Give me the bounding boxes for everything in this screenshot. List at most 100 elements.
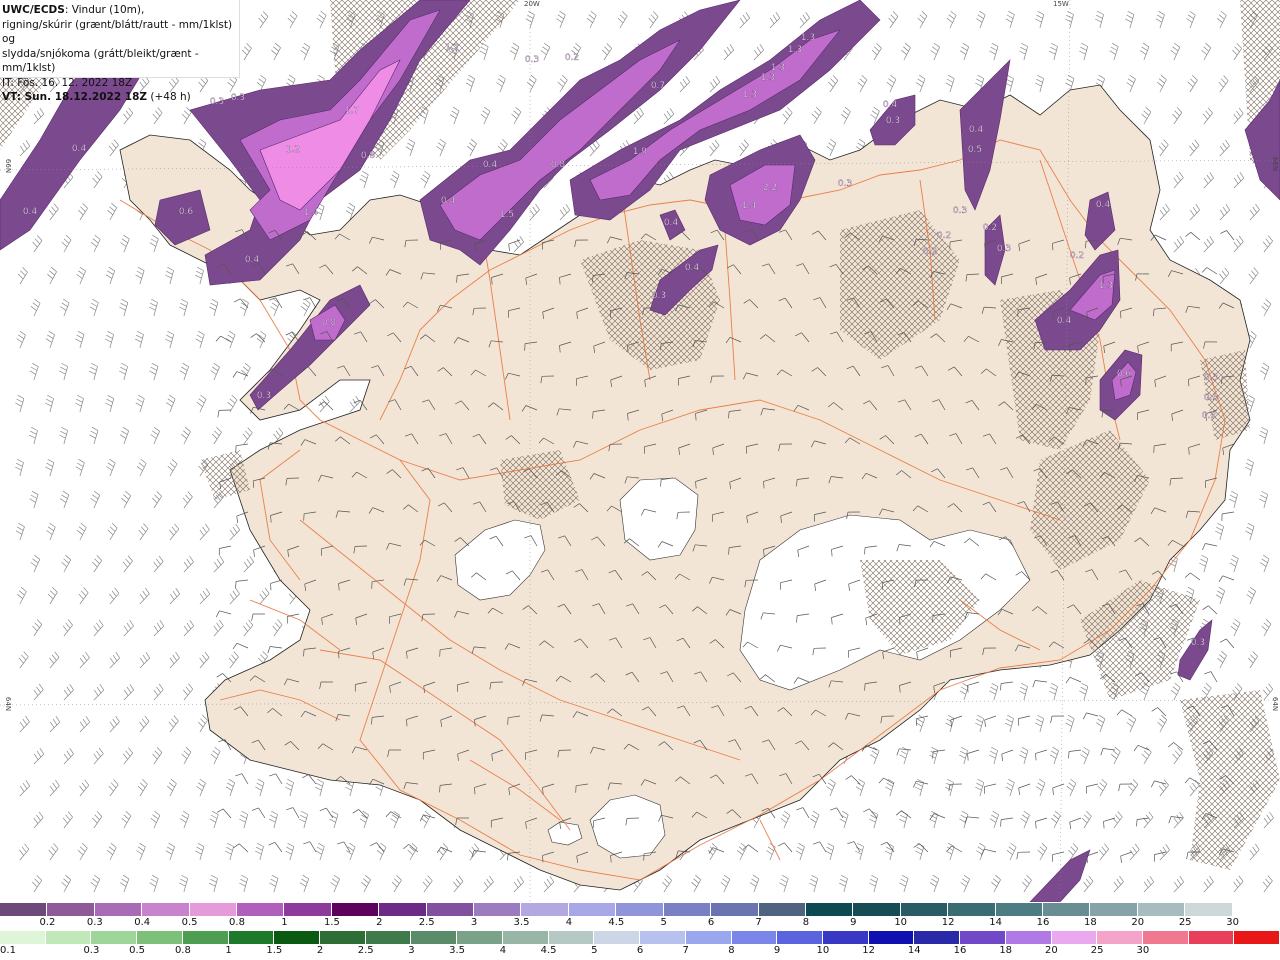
legend-snow-label: 3.5: [513, 917, 530, 928]
legend-rain-label: 5: [591, 945, 598, 956]
legend-snow-swatch: [948, 903, 996, 916]
precip-value-label: 0.3: [1191, 638, 1205, 648]
legend-rain-swatch: [365, 931, 412, 944]
precip-value-label: 0.3: [525, 55, 539, 65]
precip-value-label: 1.3: [743, 90, 757, 100]
legend-rain-swatch: [1051, 931, 1098, 944]
legend-snow-swatch: [284, 903, 332, 916]
precip-value-label: 1.3: [761, 73, 775, 83]
legend-rain-swatch: [457, 931, 503, 944]
legend-snow-label: 3: [470, 917, 478, 928]
legend-rainfall: 0.1 0.3 0.5 0.8 1 1.5 2 2.5 3 3.5 4 4.5 5 6 7 8 9 10 12 14 1…: [0, 931, 1280, 960]
legend-rain-swatch: [685, 931, 732, 944]
legend-rain-swatch: [274, 931, 321, 944]
legend-rain-swatch: [320, 931, 366, 944]
legend-rain-label: 4: [499, 945, 507, 956]
legend-snow-label: 12: [941, 917, 955, 928]
precip-value-label: 1.2: [445, 43, 459, 53]
legend-snowfall-bar: [0, 903, 1280, 916]
legend-snow-label: 8: [802, 917, 810, 928]
precip-value-label: 0.2: [565, 53, 579, 63]
legend-snow-label: 0.4: [134, 917, 151, 928]
legend-rain-label: 20: [1045, 945, 1058, 956]
legend-snow-label: 6: [707, 917, 715, 928]
legend-snow-swatch: [142, 903, 190, 916]
legend-snow-label: 7: [755, 917, 762, 928]
precip-value-label: 0.4: [883, 100, 898, 110]
legend-rain-label: 3: [408, 945, 415, 956]
precip-value-label: 0.4: [664, 218, 679, 228]
legend-snow-swatch: [1090, 903, 1138, 916]
legend-rain-swatch: [1234, 931, 1280, 944]
legend-snow-label: 9: [850, 917, 857, 928]
coord-label-15w: 15W: [1053, 0, 1069, 8]
precip-value-label: 0.3: [1204, 373, 1218, 383]
legend-rain-swatch: [731, 931, 778, 944]
legend-rain-label: 30: [1136, 945, 1150, 956]
precip-value-label: 0.4: [1096, 200, 1111, 210]
legend-rain-label: 25: [1090, 945, 1104, 956]
precip-value-label: 1.3: [801, 33, 815, 43]
precip-value-label: 0.8: [322, 318, 337, 328]
weather-map: 0.3 0.2 1.2 1.7 0.3 0.3 1.2 0.4 0.4 0.6 1.4 0.4 0.8 0…: [0, 0, 1280, 902]
legend-rain-swatch: [502, 931, 549, 944]
legend-snow-swatch: [189, 903, 238, 916]
legend-rain-label: 2.5: [357, 945, 374, 956]
legend-rain-label: 8: [728, 945, 735, 956]
precip-value-label: 1.3: [1099, 281, 1113, 291]
legend-snow-label: 16: [1036, 917, 1050, 928]
legend-snow-label: 14: [989, 917, 1002, 928]
legend-rain-swatch: [548, 931, 595, 944]
legend-snow-label: 20: [1131, 917, 1145, 928]
legend-snow-swatch: [1185, 903, 1233, 916]
legend-snow-label: 0.8: [229, 917, 245, 928]
legend-rain-label: 2: [316, 945, 324, 956]
precip-value-label: 0.4: [1057, 316, 1072, 326]
legend-snow-swatch: [853, 903, 901, 916]
precip-value-label: 0.8: [361, 151, 376, 161]
precip-value-label: 0.2: [923, 247, 937, 257]
legend-snow-swatch: [426, 903, 475, 916]
precip-value-label: 1.2: [286, 145, 300, 155]
legend-snow-swatch: [1137, 903, 1186, 916]
legend-rain-label: 10: [816, 945, 830, 956]
legend-snow-swatch: [47, 903, 95, 916]
valid-time: VT: Sun. 18.12.2022 18Z: [2, 91, 148, 103]
legend-snow-swatch: [331, 903, 380, 916]
legend-rain-swatch: [228, 931, 275, 944]
precip-value-label: 0.3: [257, 391, 271, 401]
legend-snow-swatch: [521, 903, 569, 916]
legend-rain-swatch: [914, 931, 961, 944]
precip-value-label: 0.7: [651, 81, 665, 91]
precip-value-label: 0.3: [953, 206, 967, 216]
legend-snow-swatch: [237, 903, 285, 916]
legend-snow-label: 2.5: [418, 917, 435, 928]
legend-snow-swatch: [0, 903, 48, 916]
product-name: UWC/ECDS: [2, 4, 65, 16]
legend-rain-swatch: [91, 931, 138, 944]
precip-value-label: 0.4: [969, 125, 984, 135]
legend-snow-label: 0.5: [181, 917, 198, 928]
precip-value-label: 0.4: [245, 255, 260, 265]
legend-rain-swatch: [822, 931, 869, 944]
precip-value-label: 0.6: [179, 207, 194, 217]
legend-snow-swatch: [568, 903, 617, 916]
legend-rain-label: 14: [907, 945, 921, 956]
legend-snow-swatch: [379, 903, 427, 916]
legend-snow-label: 0.2: [39, 917, 56, 928]
precip-value-label: 0.4: [483, 160, 498, 170]
legend-snow-swatch: [1042, 903, 1091, 916]
legend-rain-swatch: [137, 931, 183, 944]
legend-rain-swatch: [182, 931, 229, 944]
coord-label-20w: 20W: [524, 0, 540, 8]
precip-value-label: 1.3: [771, 63, 785, 73]
legend-rain-label: 16: [953, 945, 967, 956]
precip-value-label: 1.4: [304, 208, 319, 218]
precip-value-label: 1.4: [742, 201, 757, 211]
coord-label-64n-left: 64N: [4, 696, 13, 712]
legend-snow-label: 5: [660, 917, 667, 928]
precip-value-label: 0.3: [886, 116, 900, 126]
precip-value-label: 1.7: [345, 106, 359, 116]
legend-rain-label: 0.3: [83, 945, 100, 956]
legend-rain-swatch: [960, 931, 1006, 944]
